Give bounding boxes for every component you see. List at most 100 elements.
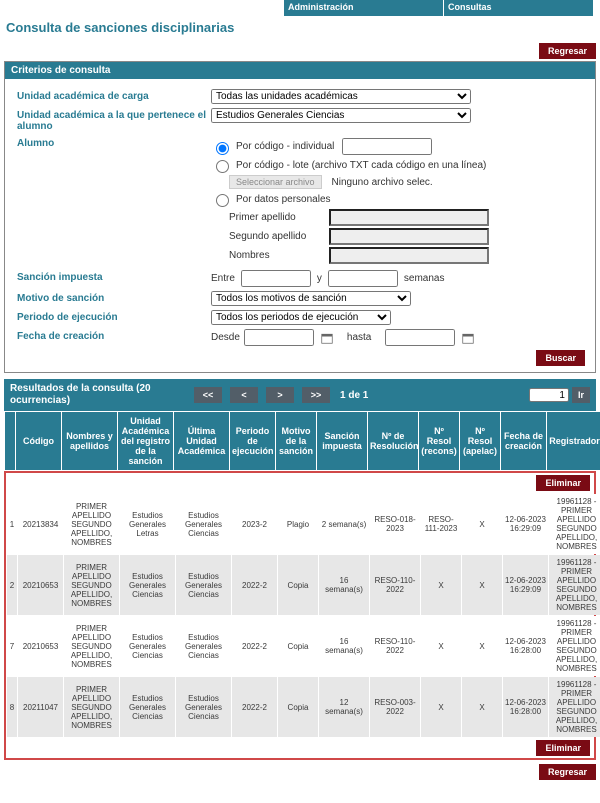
table-cell: 12-06-2023 16:29:09 [503,555,548,615]
select-file-button: Seleccionar archivo [229,175,322,189]
back-button-top[interactable]: Regresar [539,43,596,59]
delete-button-top[interactable]: Eliminar [536,475,590,491]
table-cell: X [421,616,461,676]
unidad-carga-select[interactable]: Todas las unidades académicas [211,89,471,104]
table-row: 120213834PRIMER APELLIDO SEGUNDO APELLID… [7,494,600,554]
y-label: y [317,273,322,284]
table-cell: 19961128 - PRIMER APELLIDO SEGUNDO APELL… [549,677,600,737]
nav-admin[interactable]: Administración [284,0,444,16]
pager-next[interactable]: > [266,387,294,403]
table-cell: 2022-2 [232,555,277,615]
nombres-input[interactable] [329,247,489,264]
table-cell: Estudios Generales Ciencias [120,555,175,615]
table-cell: Estudios Generales Ciencias [176,555,231,615]
delete-button-bottom[interactable]: Eliminar [536,740,590,756]
table-row: 820211047PRIMER APELLIDO SEGUNDO APELLID… [7,677,600,737]
col-motivo: Motivo de la sanción [276,412,316,470]
sancion-min-input[interactable] [241,270,311,287]
table-cell: RESO-003-2022 [370,677,420,737]
table-cell: 12-06-2023 16:29:09 [503,494,548,554]
col-periodo: Periodo de ejecución [230,412,275,470]
criteria-header: Criterios de consulta [5,62,595,79]
table-cell: Plagio [278,494,318,554]
unidad-pert-select[interactable]: Estudios Generales Ciencias [211,108,471,123]
codigo-individual-input[interactable] [342,138,432,155]
periodo-select[interactable]: Todos los periodos de ejecución [211,310,391,325]
col-fecha: Fecha de creación [501,412,546,470]
table-cell: 19961128 - PRIMER APELLIDO SEGUNDO APELL… [549,494,600,554]
table-cell: RESO-110-2022 [370,555,420,615]
table-cell: 16 semana(s) [319,555,369,615]
col-ureg: Unidad Académica del registro de la sanc… [118,412,173,470]
table-cell: 20210653 [18,555,63,615]
back-button-bottom[interactable]: Regresar [539,764,596,780]
radio-datos-personales-label: Por datos personales [236,194,331,205]
criteria-panel: Criterios de consulta Unidad académica d… [4,61,596,373]
entre-label: Entre [211,273,235,284]
fecha-hasta-input[interactable] [385,329,455,346]
results-bar: Resultados de la consulta (20 ocurrencia… [4,379,596,411]
table-cell: X [462,494,502,554]
results-title: Resultados de la consulta (20 ocurrencia… [10,383,190,407]
table-cell: 12-06-2023 16:28:00 [503,677,548,737]
table-cell: 1 [7,494,17,554]
table-cell: 8 [7,677,17,737]
calendar-icon[interactable] [321,332,333,344]
col-reso: Nº de Resolución [368,412,418,470]
table-cell: Estudios Generales Letras [120,494,175,554]
table-cell: Estudios Generales Ciencias [120,677,175,737]
pager-prev[interactable]: < [230,387,258,403]
sancion-max-input[interactable] [328,270,398,287]
pager-last[interactable]: >> [302,387,330,403]
table-cell: X [421,677,461,737]
primer-apellido-input[interactable] [329,209,489,226]
pager-first[interactable]: << [194,387,222,403]
segundo-apellido-label: Segundo apellido [229,231,325,242]
col-idx [5,412,15,470]
desde-label: Desde [211,332,240,343]
table-cell: Estudios Generales Ciencias [176,616,231,676]
motivo-label: Motivo de sanción [11,291,211,304]
page-jump-go[interactable]: Ir [572,387,590,403]
col-sancion: Sanción impuesta [317,412,367,470]
table-cell: 20210653 [18,616,63,676]
nombres-label: Nombres [229,250,325,261]
periodo-label: Periodo de ejecución [11,310,211,323]
table-cell: X [462,616,502,676]
col-ult: Última Unidad Académica [174,412,229,470]
table-cell: RESO-111-2023 [421,494,461,554]
table-cell: 19961128 - PRIMER APELLIDO SEGUNDO APELL… [549,616,600,676]
unidad-pert-label: Unidad académica a la que pertenece el a… [11,108,211,132]
table-cell: Copia [278,677,318,737]
page-jump-input[interactable] [529,388,569,402]
table-cell: 2023-2 [232,494,277,554]
fecha-desde-input[interactable] [244,329,314,346]
table-cell: 2 semana(s) [319,494,369,554]
table-cell: 16 semana(s) [319,616,369,676]
table-cell: 19961128 - PRIMER APELLIDO SEGUNDO APELL… [549,555,600,615]
sancion-label: Sanción impuesta [11,270,211,283]
results-rows: 120213834PRIMER APELLIDO SEGUNDO APELLID… [6,493,600,738]
nav-consultas[interactable]: Consultas [444,0,594,16]
page-info: 1 de 1 [340,390,368,401]
search-button[interactable]: Buscar [536,350,585,366]
segundo-apellido-input[interactable] [329,228,489,245]
top-nav: Administración Consultas [0,0,600,16]
radio-codigo-lote[interactable] [216,160,229,173]
table-cell: Estudios Generales Ciencias [176,677,231,737]
table-cell: 7 [7,616,17,676]
table-cell: RESO-110-2022 [370,616,420,676]
hasta-label: hasta [347,332,371,343]
table-cell: 20211047 [18,677,63,737]
table-cell: X [462,677,502,737]
table-row: 220210653PRIMER APELLIDO SEGUNDO APELLID… [7,555,600,615]
table-cell: PRIMER APELLIDO SEGUNDO APELLIDO, NOMBRE… [64,677,119,737]
no-file-label: Ninguno archivo selec. [332,177,433,188]
results-highlight-box: Eliminar 120213834PRIMER APELLIDO SEGUND… [4,471,596,760]
table-cell: X [421,555,461,615]
radio-codigo-indiv[interactable] [216,142,229,155]
calendar-icon[interactable] [462,332,474,344]
radio-datos-personales[interactable] [216,194,229,207]
table-cell: PRIMER APELLIDO SEGUNDO APELLIDO, NOMBRE… [64,555,119,615]
motivo-select[interactable]: Todos los motivos de sanción [211,291,411,306]
